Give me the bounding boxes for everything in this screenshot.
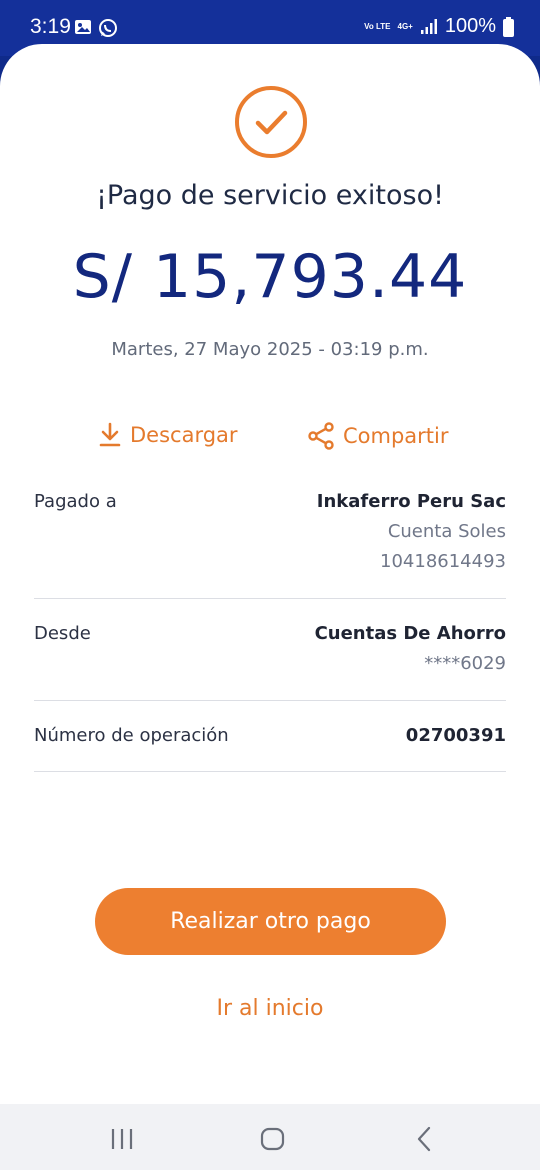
whatsapp-icon — [99, 19, 117, 37]
paid-to-account-type: Cuenta Soles — [387, 521, 506, 542]
battery-percent: 100% — [444, 15, 496, 37]
divider — [34, 598, 506, 599]
go-home-link[interactable]: Ir al inicio — [0, 996, 540, 1021]
operation-number: 02700391 — [405, 725, 506, 746]
recent-apps-icon[interactable] — [110, 1128, 134, 1150]
download-icon — [99, 422, 121, 447]
system-navigation-bar — [0, 1104, 540, 1170]
volte-label: Vo LTE — [364, 22, 391, 31]
payment-datetime: Martes, 27 Mayo 2025 - 03:19 p.m. — [111, 339, 429, 360]
download-label: Descargar — [130, 423, 238, 447]
paid-to-account-number: 10418614493 — [380, 551, 506, 572]
from-masked-number: ****6029 — [424, 653, 506, 674]
signal-icon — [420, 18, 437, 34]
operation-label: Número de operación — [34, 725, 229, 746]
gallery-icon — [75, 20, 91, 34]
share-icon — [308, 422, 334, 450]
notification-icons — [74, 18, 118, 38]
check-circle-icon — [235, 86, 307, 158]
divider — [34, 700, 506, 701]
from-label: Desde — [34, 623, 91, 644]
home-icon[interactable] — [260, 1127, 285, 1151]
battery-icon — [503, 16, 514, 37]
status-right: Vo LTE 4G+ 100% — [364, 15, 514, 38]
make-another-payment-button[interactable]: Realizar otro pago — [95, 888, 446, 955]
from-account: Cuentas De Ahorro — [314, 623, 506, 644]
divider — [34, 771, 506, 772]
status-time: 3:19 — [30, 15, 71, 38]
share-button[interactable]: Compartir — [307, 422, 449, 450]
payment-amount: S/ 15,793.44 — [72, 242, 468, 312]
back-icon[interactable] — [415, 1126, 433, 1152]
network-type-label: 4G+ — [397, 22, 413, 31]
paid-to-label: Pagado a — [34, 491, 117, 512]
download-button[interactable]: Descargar — [98, 422, 238, 448]
paid-to-name: Inkaferro Peru Sac — [316, 491, 506, 512]
share-label: Compartir — [343, 424, 449, 448]
success-title: ¡Pago de servicio exitoso! — [96, 180, 444, 211]
